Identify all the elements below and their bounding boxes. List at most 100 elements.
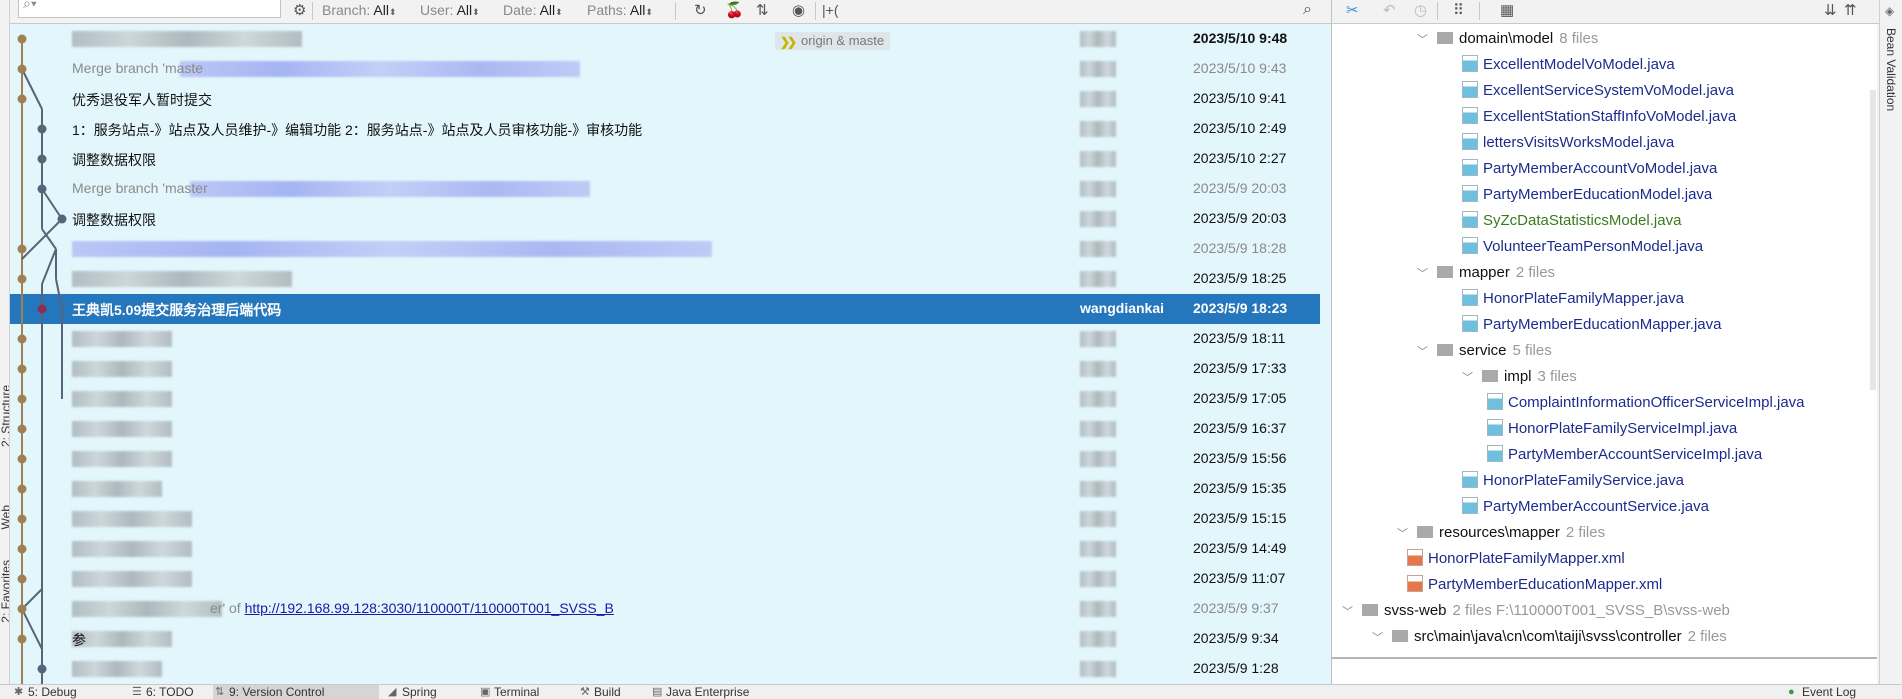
panel-splitter[interactable] xyxy=(1331,657,1877,659)
tab-label: Spring xyxy=(402,685,437,699)
favorites-tool-tab[interactable]: 2: Favorites xyxy=(0,560,9,623)
revert-icon[interactable]: ↶ xyxy=(1383,1,1396,19)
commit-row[interactable]: 参 2023/5/9 9:34 xyxy=(10,624,1320,654)
eye-icon[interactable]: ◉ xyxy=(792,1,805,19)
chevron-down-icon[interactable]: ﹀ xyxy=(1342,599,1362,625)
group-by-icon[interactable]: ⠿ xyxy=(1453,1,1464,19)
graph-edge xyxy=(21,68,43,110)
tree-file[interactable]: ExcellentModelVoModel.java xyxy=(1462,52,1675,78)
chevron-down-icon[interactable]: ﹀ xyxy=(1372,625,1392,651)
tree-file[interactable]: SyZcDataStatisticsModel.java xyxy=(1462,208,1681,234)
graph-edge xyxy=(41,248,57,285)
log-search-field[interactable]: ⌕▾ xyxy=(18,0,281,18)
tree-file[interactable]: ExcellentServiceSystemVoModel.java xyxy=(1462,78,1734,104)
node-label: SyZcDataStatisticsModel.java xyxy=(1483,212,1682,229)
chevron-down-icon[interactable]: ﹀ xyxy=(1462,365,1482,391)
search-input[interactable] xyxy=(47,0,272,13)
commit-row[interactable]: 优秀退役军人暂时提交 2023/5/10 9:41 xyxy=(10,84,1320,114)
commit-row[interactable]: 2023/5/9 18:28 xyxy=(10,234,1320,264)
tree-file[interactable]: ExcellentStationStaffInfoVoModel.java xyxy=(1462,104,1736,130)
sort-icon[interactable]: ⇅ xyxy=(756,1,769,19)
refresh-icon[interactable]: ↻ xyxy=(694,1,707,19)
chevron-down-icon[interactable]: ﹀ xyxy=(1397,521,1417,547)
commit-node xyxy=(17,514,27,524)
collapse-all-icon[interactable]: ⇈ xyxy=(1844,1,1857,19)
chevron-down-icon[interactable]: ﹀ xyxy=(1417,27,1437,53)
tree-folder[interactable]: ﹀ resources\mapper 2 files xyxy=(1397,520,1605,546)
tree-file[interactable]: HonorPlateFamilyService.java xyxy=(1462,468,1684,494)
layout-icon[interactable]: ▦ xyxy=(1500,1,1514,19)
tool-tab-build[interactable]: ⚒ Build xyxy=(578,685,621,699)
tool-tab-terminal[interactable]: ▣ Terminal xyxy=(478,685,539,699)
event-log-button[interactable]: ● Event Log xyxy=(1786,685,1856,699)
gear-icon[interactable]: ⚙ xyxy=(293,1,306,19)
tool-tab-debug[interactable]: ✱ 5: Debug xyxy=(12,685,77,699)
commit-row[interactable]: 2023/5/9 11:07 xyxy=(10,564,1320,594)
commit-row[interactable]: er' of http://192.168.99.128:3030/110000… xyxy=(10,594,1320,624)
commit-row[interactable]: 1：服务站点-》站点及人员维护-》编辑功能 2：服务站点-》站点及人员审核功能-… xyxy=(10,114,1320,144)
web-tool-tab[interactable]: Web xyxy=(0,505,9,529)
tree-file[interactable]: ComplaintInformationOfficerServiceImpl.j… xyxy=(1487,390,1805,416)
commit-row[interactable]: Merge branch 'maste 2023/5/10 9:43 xyxy=(10,54,1320,84)
commit-row[interactable]: 2023/5/9 17:05 xyxy=(10,384,1320,414)
commit-row[interactable]: 2023/5/9 18:25 xyxy=(10,264,1320,294)
commit-row[interactable]: 2023/5/9 16:37 xyxy=(10,414,1320,444)
date-filter[interactable]: Date: All⬍ xyxy=(503,2,563,18)
commit-date: 2023/5/9 1:28 xyxy=(1193,660,1279,676)
tool-tab-version-control[interactable]: ⇅ 9: Version Control xyxy=(213,685,379,699)
expand-all-icon[interactable]: ⇊ xyxy=(1824,1,1837,19)
cherry-pick-icon[interactable]: ✂ xyxy=(1346,1,1359,19)
redacted-author xyxy=(1080,91,1116,107)
tool-tab-java-enterprise[interactable]: ▤ Java Enterprise xyxy=(650,685,749,699)
commit-row[interactable]: Merge branch 'master 2023/5/9 20:03 xyxy=(10,174,1320,204)
tree-file[interactable]: PartyMemberAccountServiceImpl.java xyxy=(1487,442,1762,468)
spring-icon: ◢ xyxy=(388,686,397,698)
commit-row[interactable]: 2023/5/9 18:11 xyxy=(10,324,1320,354)
commit-link[interactable]: http://192.168.99.128:3030/110000T/11000… xyxy=(245,600,614,616)
commit-row-selected[interactable]: 王典凯5.09提交服务治理后端代码 wangdiankai 2023/5/9 18:… xyxy=(10,294,1320,324)
tree-file[interactable]: HonorPlateFamilyMapper.xml xyxy=(1407,546,1625,572)
commit-node xyxy=(17,64,27,74)
chevron-down-icon[interactable]: ﹀ xyxy=(1417,339,1437,365)
tree-scrollbar[interactable] xyxy=(1870,90,1876,390)
commit-row[interactable]: 2023/5/9 15:35 xyxy=(10,474,1320,504)
tree-file[interactable]: HonorPlateFamilyServiceImpl.java xyxy=(1487,416,1737,442)
structure-tool-tab[interactable]: 2: Structure xyxy=(0,385,9,447)
tree-folder[interactable]: ﹀ service 5 files xyxy=(1417,338,1552,364)
chevron-down-icon[interactable]: ﹀ xyxy=(1417,261,1437,287)
tree-file[interactable]: VolunteerTeamPersonModel.java xyxy=(1462,234,1703,260)
intellisort-toggle[interactable]: |+( xyxy=(822,2,838,18)
commit-node xyxy=(17,604,27,614)
commit-row[interactable]: 调整数据权限 2023/5/9 20:03 xyxy=(10,204,1320,234)
commit-row[interactable]: 2023/5/9 1:28 xyxy=(10,654,1320,684)
search-icon[interactable]: ⌕ xyxy=(1303,1,1312,19)
tree-folder[interactable]: ﹀ svss-web 2 files F:\110000T001_SVSS_B\sv… xyxy=(1342,598,1730,624)
bean-validation-tab[interactable]: Bean Validation xyxy=(1884,28,1898,111)
tree-file[interactable]: lettersVisitsWorksModel.java xyxy=(1462,130,1674,156)
tool-tab-todo[interactable]: ☰ 6: TODO xyxy=(130,685,194,699)
tree-file[interactable]: PartyMemberEducationModel.java xyxy=(1462,182,1712,208)
paths-filter[interactable]: Paths: All⬍ xyxy=(587,2,653,18)
commit-row[interactable]: 调整数据权限 2023/5/10 2:27 xyxy=(10,144,1320,174)
tree-file[interactable]: PartyMemberEducationMapper.xml xyxy=(1407,572,1662,598)
tree-folder[interactable]: ﹀ mapper 2 files xyxy=(1417,260,1555,286)
user-filter[interactable]: User: All⬍ xyxy=(420,2,480,18)
commit-row[interactable]: 2023/5/9 15:15 xyxy=(10,504,1320,534)
cherry-pick-icon[interactable]: 🍒 xyxy=(725,1,744,19)
node-label: impl xyxy=(1504,368,1532,385)
tree-folder[interactable]: ﹀ domain\model 8 files xyxy=(1417,26,1598,52)
branch-filter[interactable]: Branch: All⬍ xyxy=(322,2,396,18)
tree-file[interactable]: PartyMemberAccountVoModel.java xyxy=(1462,156,1717,182)
tree-folder[interactable]: ﹀ src\main\java\cn\com\taiji\svss\control… xyxy=(1372,624,1727,650)
commit-row[interactable]: 2023/5/9 17:33 xyxy=(10,354,1320,384)
tree-file[interactable]: PartyMemberEducationMapper.java xyxy=(1462,312,1721,338)
commit-row[interactable]: 2023/5/9 14:49 xyxy=(10,534,1320,564)
tool-tab-spring[interactable]: ◢ Spring xyxy=(386,685,437,699)
commit-row[interactable]: 2023/5/9 15:56 xyxy=(10,444,1320,474)
commit-row[interactable]: 2023/5/10 9:48 xyxy=(10,24,1320,54)
commit-message-text: 1：服务站点-》站点及人员维护-》编辑功能 2：服务站点-》站点及人员审核功能-… xyxy=(72,122,643,138)
tree-file[interactable]: HonorPlateFamilyMapper.java xyxy=(1462,286,1684,312)
tree-file[interactable]: PartyMemberAccountService.java xyxy=(1462,494,1709,520)
tree-folder[interactable]: ﹀ impl 3 files xyxy=(1462,364,1577,390)
history-icon[interactable]: ◷ xyxy=(1414,1,1427,19)
